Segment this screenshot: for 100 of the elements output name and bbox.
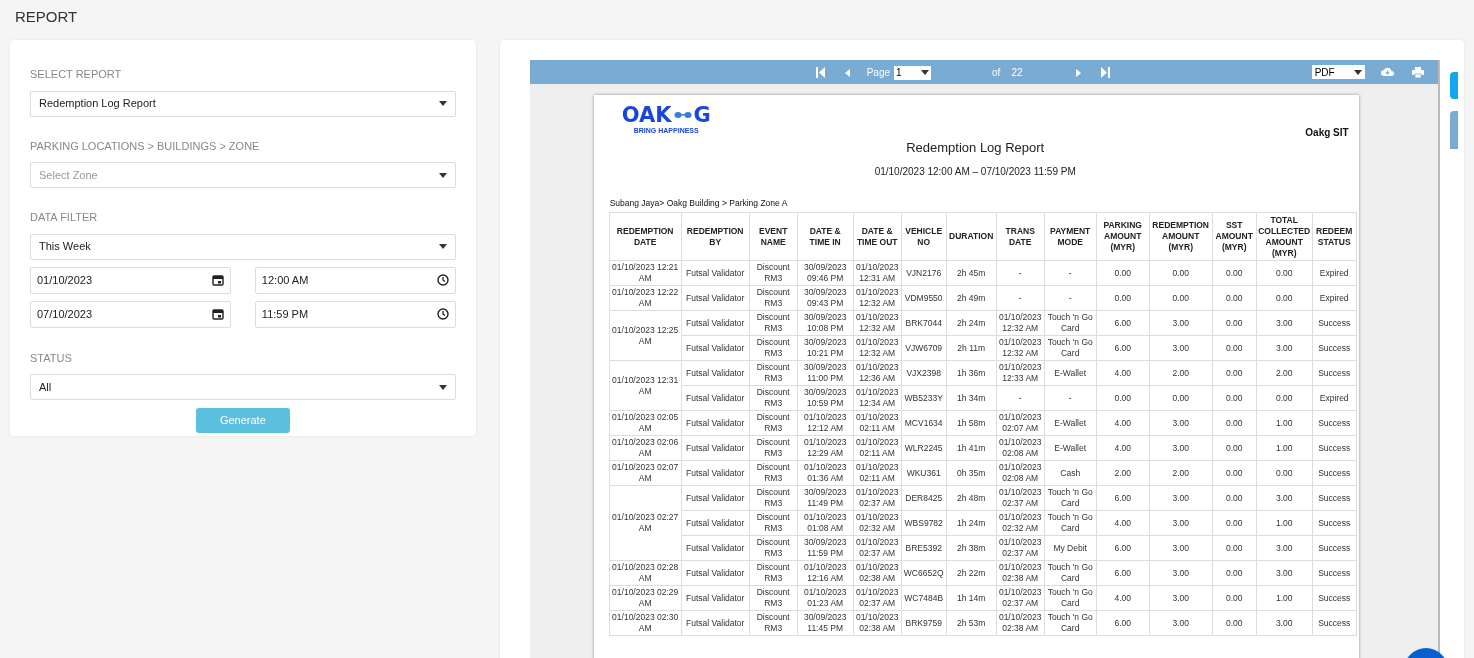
print-icon[interactable]	[1411, 66, 1424, 78]
table-cell: 01/10/2023 12:34 AM	[853, 385, 902, 411]
table-cell: 01/10/2023 02:37 AM	[996, 585, 1045, 611]
field-label: STATUS	[30, 350, 73, 366]
table-cell: 0.00	[1212, 260, 1257, 286]
table-cell: 2h 53m	[946, 610, 997, 636]
date-field[interactable]: 01/10/2023	[30, 266, 231, 294]
previous-page-icon[interactable]	[844, 68, 850, 77]
total-pages: 22	[1011, 66, 1023, 80]
calendar-icon[interactable]	[211, 274, 224, 286]
table-cell: 0.00	[1212, 585, 1257, 611]
table-cell: WKU361	[901, 460, 947, 486]
table-cell: 0.00	[1256, 385, 1313, 411]
time-field[interactable]: 11:59 PM	[254, 300, 456, 328]
table-cell: 01/10/2023 02:07 AM	[996, 410, 1045, 436]
table-cell: 1h 34m	[946, 385, 997, 411]
table-cell: 3.00	[1256, 560, 1313, 586]
table-cell: 0.00	[1149, 260, 1213, 286]
table-cell: 0.00	[1149, 285, 1213, 311]
table-cell: Discount RM3	[749, 510, 798, 536]
table-cell: 1.00	[1256, 585, 1313, 611]
page-select[interactable]: 1	[894, 65, 932, 80]
date-field[interactable]: 07/10/2023	[30, 300, 231, 328]
table-cell: Success	[1312, 585, 1357, 611]
side-tab[interactable]	[1449, 72, 1458, 99]
table-cell: 0.00	[1149, 385, 1213, 411]
table-cell: E-Wallet	[1044, 410, 1097, 436]
table-cell: 01/10/2023 02:11 AM	[853, 410, 902, 436]
table-cell: Success	[1312, 560, 1357, 586]
table-cell: Futsal Validator	[681, 360, 750, 386]
table-cell: 01/10/2023 02:06 AM	[609, 435, 682, 461]
table-cell: 6.00	[1096, 485, 1150, 511]
calendar-icon[interactable]	[211, 308, 224, 320]
table-cell: MCV1634	[901, 410, 947, 436]
table-cell: 01/10/2023 02:28 AM	[609, 560, 682, 586]
format-select[interactable]: PDF	[1311, 65, 1365, 79]
table-cell: 3.00	[1149, 310, 1213, 336]
table-cell: Discount RM3	[749, 285, 798, 311]
next-page-icon[interactable]	[1075, 68, 1081, 77]
time-field[interactable]: 12:00 AM	[254, 266, 456, 294]
caret-icon	[921, 70, 930, 75]
table-cell: 01/10/2023 02:29 AM	[609, 585, 682, 611]
table-cell: Success	[1312, 435, 1357, 461]
location-path: Subang Jaya> Oakg Building > Parking Zone A	[609, 196, 789, 210]
table-cell: 01/10/2023 12:32 AM	[853, 335, 902, 361]
column-header: REDEEM STATUS	[1312, 212, 1357, 261]
table-cell: 01/10/2023 02:08 AM	[996, 435, 1045, 461]
table-cell: 01/10/2023 12:22 AM	[609, 285, 682, 311]
table-cell: Discount RM3	[749, 360, 798, 386]
table-cell: 3.00	[1256, 610, 1313, 636]
table-cell: 3.00	[1256, 335, 1313, 361]
column-header: REDEMPTION DATE	[609, 212, 682, 261]
report-select[interactable]: Redemption Log Report	[30, 90, 456, 117]
table-cell: 0.00	[1212, 335, 1257, 361]
clock-icon[interactable]	[436, 274, 449, 286]
status-select[interactable]: All	[30, 374, 456, 400]
table-cell: Discount RM3	[749, 485, 798, 511]
report-period: 01/10/2023 12:00 AM – 07/10/2023 11:59 PM	[873, 164, 1077, 179]
table-cell: 2.00	[1149, 360, 1213, 386]
table-cell: 01/10/2023 12:33 AM	[996, 360, 1045, 386]
table-cell: Touch 'n Go Card	[1044, 610, 1097, 636]
table-cell: 2h 24m	[946, 310, 997, 336]
table-cell: Success	[1312, 610, 1357, 636]
cloud-download-icon[interactable]	[1380, 67, 1394, 77]
date-filter-select[interactable]: This Week	[30, 233, 456, 260]
first-page-icon[interactable]	[815, 67, 825, 78]
clock-icon[interactable]	[436, 308, 449, 320]
table-cell: Expired	[1312, 260, 1357, 286]
table-cell: Success	[1312, 510, 1357, 536]
table-cell: 6.00	[1096, 310, 1150, 336]
page-label: Page	[866, 66, 891, 80]
table-cell: Discount RM3	[749, 435, 798, 461]
table-cell: 0.00	[1212, 435, 1257, 461]
table-cell: BRK9759	[901, 610, 947, 636]
table-cell: 01/10/2023 02:37 AM	[853, 535, 902, 561]
column-header: DATE & TIME IN	[797, 212, 854, 261]
table-cell: 01/10/2023 02:37 AM	[853, 585, 902, 611]
table-cell: Touch 'n Go Card	[1044, 510, 1097, 536]
table-cell: 4.00	[1096, 585, 1150, 611]
table-cell: E-Wallet	[1044, 360, 1097, 386]
table-cell: 01/10/2023 02:32 AM	[996, 510, 1045, 536]
table-cell: 4.00	[1096, 360, 1150, 386]
table-cell: 01/10/2023 12:31 AM	[853, 260, 902, 286]
side-tab[interactable]	[1449, 111, 1458, 149]
table-cell: Futsal Validator	[681, 535, 750, 561]
table-cell: 1h 14m	[946, 585, 997, 611]
table-cell: 01/10/2023 02:38 AM	[996, 560, 1045, 586]
table-cell: 0.00	[1212, 485, 1257, 511]
table-cell: 0.00	[1212, 535, 1257, 561]
table-cell: 3.00	[1149, 560, 1213, 586]
table-cell: Discount RM3	[749, 610, 798, 636]
table-cell: 01/10/2023 02:11 AM	[853, 435, 902, 461]
table-cell: 0.00	[1256, 260, 1313, 286]
table-cell: 01/10/2023 02:08 AM	[996, 460, 1045, 486]
last-page-icon[interactable]	[1100, 67, 1110, 78]
table-cell: 3.00	[1256, 485, 1313, 511]
table-cell: Futsal Validator	[681, 385, 750, 411]
table-cell: 0.00	[1096, 385, 1150, 411]
table-cell: 3.00	[1149, 585, 1213, 611]
table-cell: Cash	[1044, 460, 1097, 486]
